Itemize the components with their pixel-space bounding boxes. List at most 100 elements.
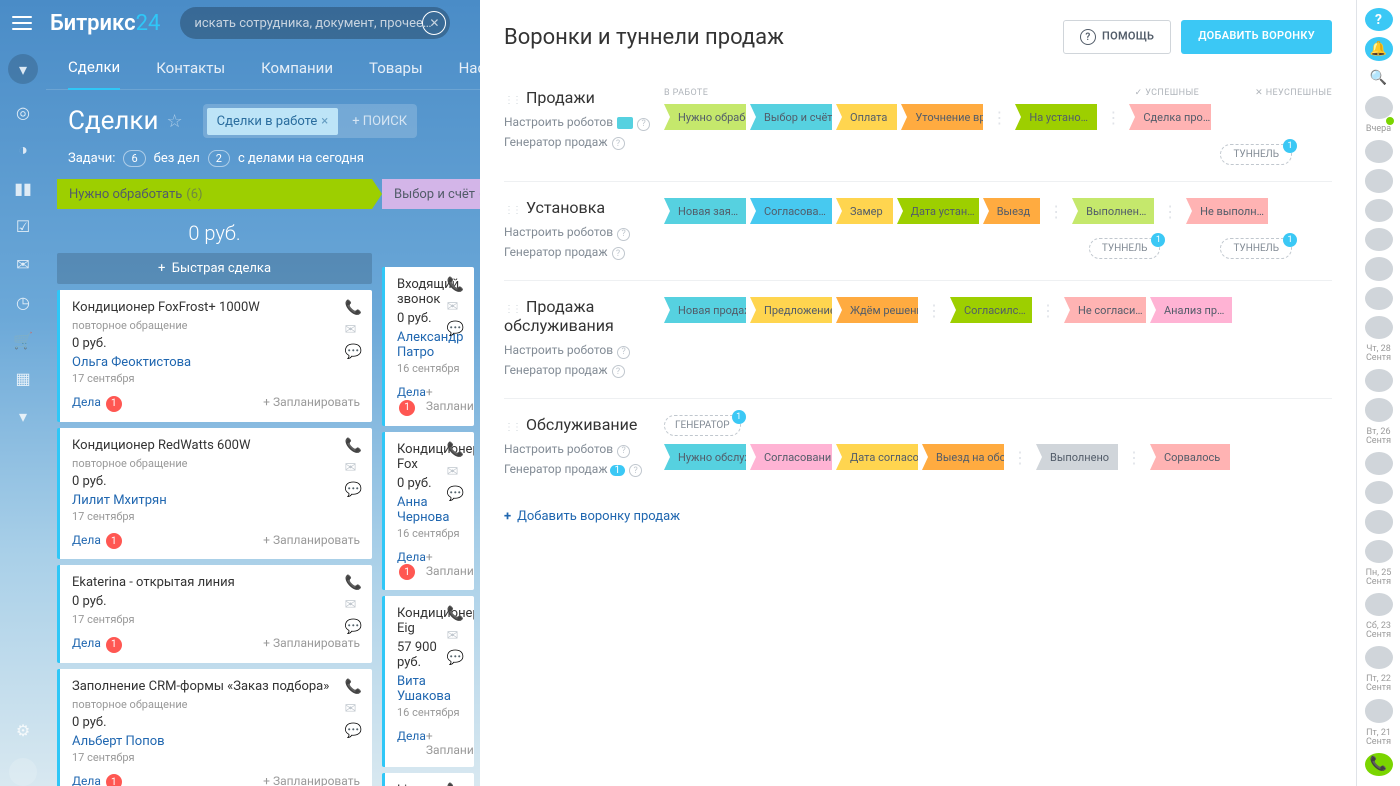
mail-icon[interactable]: ✉	[447, 464, 464, 480]
pipeline-stage-fail[interactable]: Не согласи…	[1064, 297, 1146, 323]
card-contact-link[interactable]: Ольга Феоктистова	[72, 355, 360, 370]
avatar[interactable]	[1365, 199, 1393, 222]
add-pipeline-link[interactable]: Добавить воронку продаж	[504, 497, 1332, 536]
pipeline-stage[interactable]: Дата согласов…	[836, 444, 918, 470]
phone-icon[interactable]: 📞	[447, 442, 464, 458]
generator-link[interactable]: Генератор продаж?	[504, 245, 664, 261]
phone-icon[interactable]: 📞	[345, 300, 362, 316]
card-plan-link[interactable]: + Запланировать	[426, 550, 474, 581]
filter-chip[interactable]: Сделки в работе×	[207, 108, 339, 135]
chat-icon[interactable]: 💬	[345, 723, 362, 739]
drag-handle-icon[interactable]: ⋮⋮	[504, 422, 520, 433]
funnel-icon[interactable]: ▾	[8, 54, 38, 84]
pipeline-stage[interactable]: Оплата	[836, 104, 897, 130]
bell-icon[interactable]: 🔔	[1365, 37, 1393, 60]
drag-handle-icon[interactable]: ⋮⋮	[504, 304, 520, 315]
quick-deal-button[interactable]: + Быстрая сделка	[57, 253, 372, 284]
card-plan-link[interactable]: + Запланировать	[263, 636, 360, 653]
pipeline-stage[interactable]: Выезд на обсл…	[922, 444, 1004, 470]
avatar[interactable]	[1365, 257, 1393, 280]
deal-card[interactable]: 📞✉💬 Кондиционер Eig 57 900 руб. Вита Уша…	[382, 596, 474, 767]
pipeline-stage[interactable]: Нужно обслужи…	[664, 444, 746, 470]
mail-icon[interactable]: ✉	[447, 299, 464, 315]
pipeline-stage-success[interactable]: Согласилс…	[950, 297, 1032, 323]
card-plan-link[interactable]: + Запланировать	[426, 729, 474, 757]
column-header[interactable]: Нужно обработать(6)	[57, 179, 372, 209]
card-plan-link[interactable]: + Запланировать	[263, 395, 360, 412]
pipeline-stage[interactable]: Предложение клиенту	[750, 297, 832, 323]
pipeline-stage-fail[interactable]: Не выполн…	[1186, 198, 1268, 224]
robots-link[interactable]: Настроить роботов?	[504, 343, 664, 359]
generator-link[interactable]: Генератор продаж?	[504, 363, 664, 379]
phone-icon[interactable]: 📞	[345, 575, 362, 591]
deal-card[interactable]: 📞✉💬 Заполнение CRM-формы «Заказ подбора»…	[57, 669, 372, 786]
pipeline-stage[interactable]: Выезд	[983, 198, 1040, 224]
target-icon[interactable]: ◎	[13, 102, 33, 122]
deal-card[interactable]: 📞✉💬 Входящий звонок 0 руб. Александр Пат…	[382, 267, 474, 426]
search-icon[interactable]: 🔍	[1365, 67, 1393, 90]
avatar[interactable]	[1365, 316, 1393, 339]
mail-icon[interactable]: ✉	[345, 322, 362, 338]
pipeline-stage[interactable]: Дата устан…	[897, 198, 979, 224]
avatar[interactable]	[1365, 699, 1393, 722]
menu-icon[interactable]	[12, 16, 32, 30]
cart-icon[interactable]: 🛒	[13, 330, 33, 350]
tunnel-pill[interactable]: ТУННЕЛЬ1	[1220, 144, 1292, 165]
drag-handle-icon[interactable]: ⋮⋮	[504, 95, 520, 106]
card-tasks-link[interactable]: Дела 1	[72, 395, 122, 412]
avatar[interactable]	[1365, 452, 1393, 475]
deal-card[interactable]: 📞✉💬 Кондиционер FoxFrost+ 1000W повторно…	[57, 290, 372, 422]
deal-card[interactable]: 📞✉💬 Кондиционер Fox 0 руб. Анна Чернова …	[382, 432, 474, 591]
tunnel-pill[interactable]: ТУННЕЛЬ1	[1089, 238, 1161, 259]
chat-icon[interactable]: 💬	[447, 650, 464, 666]
card-tasks-link[interactable]: Дела 1	[397, 550, 426, 581]
tab-products[interactable]: Товары	[369, 47, 423, 89]
avatar[interactable]	[1365, 540, 1393, 563]
pipeline-stage-success[interactable]: На устано…	[1015, 104, 1097, 130]
more-icon[interactable]: ▾	[13, 406, 33, 426]
card-tasks-link[interactable]: Дела 1	[72, 533, 122, 550]
check-icon[interactable]: ☑	[13, 216, 33, 236]
pipeline-stage[interactable]: Ждём решения	[836, 297, 918, 323]
chat-icon[interactable]: 💬	[345, 344, 362, 360]
generator-pill[interactable]: ГЕНЕРАТОР1	[664, 415, 741, 436]
pipeline-stage[interactable]: Выбор и счёт	[750, 104, 832, 130]
close-icon[interactable]: ✕	[422, 11, 446, 35]
clock-icon[interactable]: ◷	[13, 292, 33, 312]
chat-icon[interactable]: 💬	[447, 321, 464, 337]
avatar[interactable]	[1365, 646, 1393, 669]
card-tasks-link[interactable]: Дела 1	[72, 774, 122, 786]
filter-bar[interactable]: Сделки в работе× + ПОИСК	[203, 104, 417, 138]
mail-icon[interactable]: ✉	[345, 597, 362, 613]
mail-icon[interactable]: ✉	[345, 460, 362, 476]
pipeline-stage[interactable]: Новая продажа	[664, 297, 746, 323]
generator-link[interactable]: Генератор продаж1?	[504, 462, 664, 478]
help-button[interactable]: ПОМОЩЬ	[1063, 20, 1171, 54]
card-contact-link[interactable]: Вита Ушакова	[397, 674, 462, 704]
drag-handle-icon[interactable]: ⋮⋮	[504, 205, 520, 216]
avatar[interactable]	[1365, 481, 1393, 504]
chat-icon[interactable]: 💬	[345, 619, 362, 635]
pipeline-stage-success[interactable]: Выполнено	[1036, 444, 1118, 470]
tunnel-pill[interactable]: ТУННЕЛЬ1	[1220, 238, 1292, 259]
tab-contacts[interactable]: Контакты	[156, 47, 225, 89]
mail-icon[interactable]: ✉	[447, 628, 464, 644]
add-funnel-button[interactable]: ДОБАВИТЬ ВОРОНКУ	[1181, 20, 1332, 54]
pipeline-stage[interactable]: Согласова…	[750, 198, 832, 224]
tab-deals[interactable]: Сделки	[68, 46, 120, 90]
phone-icon[interactable]: 📞	[1365, 753, 1393, 776]
avatar[interactable]	[1365, 287, 1393, 310]
card-contact-link[interactable]: Альберт Попов	[72, 734, 360, 749]
pipeline-stage[interactable]: Нужно обработ…	[664, 104, 746, 130]
filter-add[interactable]: + ПОИСК	[346, 114, 413, 129]
robots-link[interactable]: Настроить роботов?	[504, 225, 664, 241]
search-input[interactable]: искать сотрудника, документ, прочее… ✕	[180, 7, 450, 39]
moon-icon[interactable]: ◑	[13, 140, 33, 160]
avatar[interactable]	[1365, 369, 1393, 392]
mail-icon[interactable]: ✉	[13, 254, 33, 274]
phone-icon[interactable]: 📞	[345, 438, 362, 454]
avatar[interactable]	[1365, 510, 1393, 533]
star-icon[interactable]: ☆	[167, 111, 183, 132]
pipeline-stage[interactable]: Анализ пр…	[1150, 297, 1232, 323]
card-plan-link[interactable]: + Запланировать	[263, 774, 360, 786]
